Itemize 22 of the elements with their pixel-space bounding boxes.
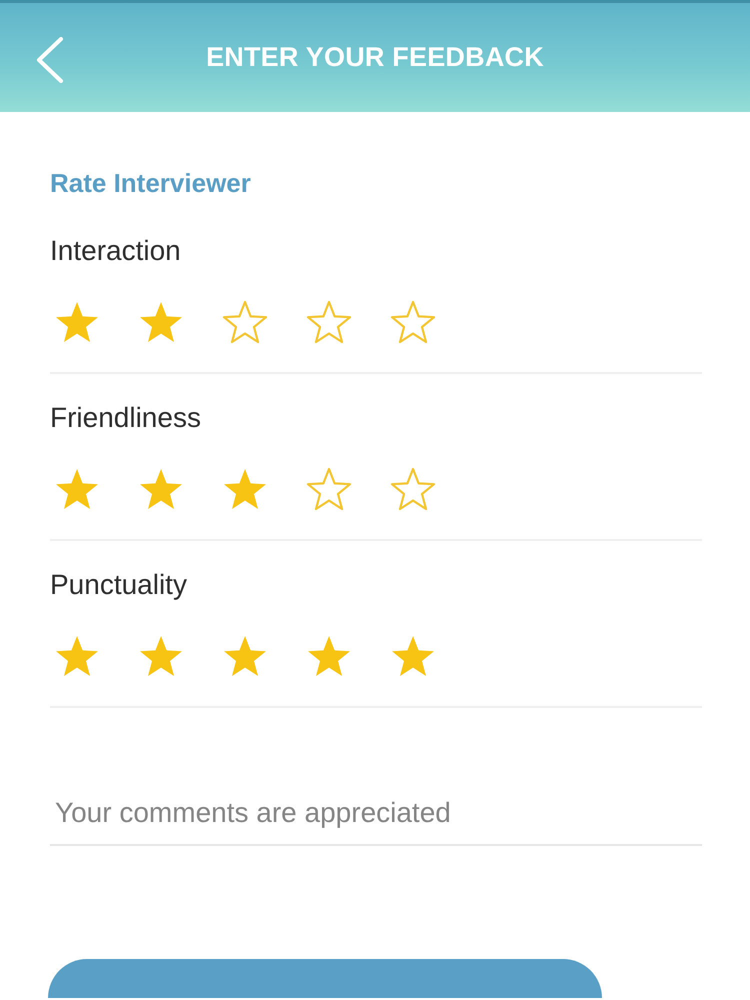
rating-label: Interaction: [50, 234, 181, 268]
star-outline-icon[interactable]: [390, 467, 436, 511]
star-filled-icon[interactable]: [390, 634, 436, 678]
chevron-left-icon: [36, 37, 64, 83]
star-outline-icon[interactable]: [306, 300, 352, 344]
star-filled-icon[interactable]: [54, 467, 100, 511]
comments-field[interactable]: Your comments are appreciated: [50, 790, 702, 846]
star-filled-icon[interactable]: [138, 634, 184, 678]
page-title: ENTER YOUR FEEDBACK: [206, 42, 544, 73]
star-outline-icon[interactable]: [390, 300, 436, 344]
rating-label: Punctuality: [50, 568, 187, 602]
star-filled-icon[interactable]: [54, 300, 100, 344]
star-filled-icon[interactable]: [138, 300, 184, 344]
star-filled-icon[interactable]: [222, 634, 268, 678]
section-heading: Rate Interviewer: [50, 168, 251, 198]
star-filled-icon[interactable]: [138, 467, 184, 511]
rating-label: Friendliness: [50, 401, 201, 435]
star-filled-icon[interactable]: [222, 467, 268, 511]
star-filled-icon[interactable]: [54, 634, 100, 678]
star-outline-icon[interactable]: [306, 467, 352, 511]
star-outline-icon[interactable]: [222, 300, 268, 344]
star-filled-icon[interactable]: [306, 634, 352, 678]
